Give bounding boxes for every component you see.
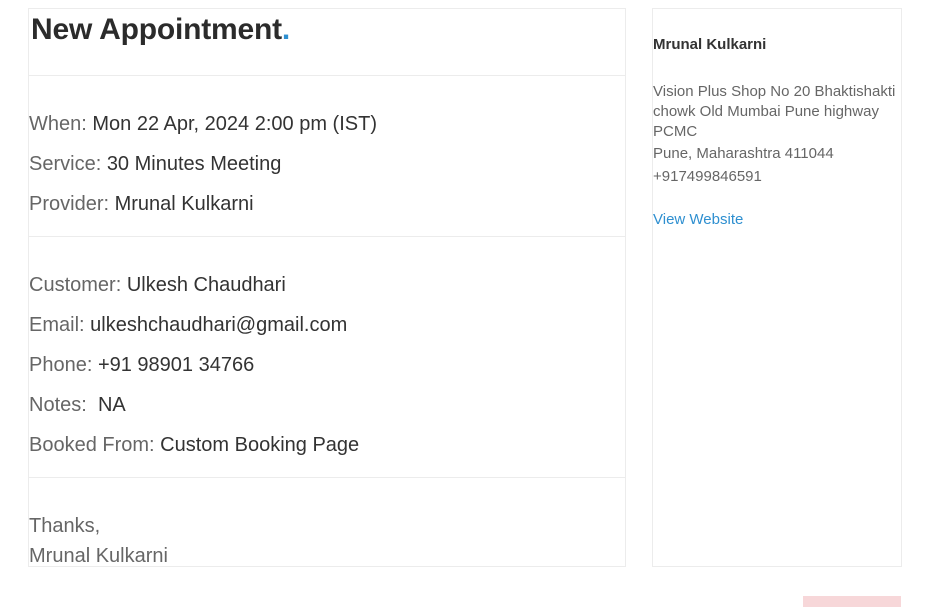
service-row: Service: 30 Minutes Meeting [29, 152, 281, 176]
phone-row: Phone: +91 98901 34766 [29, 353, 254, 377]
booked-from-label: Booked From: [29, 434, 155, 456]
notes-value: NA [97, 394, 126, 416]
sidebar-provider-name: Mrunal Kulkarni [653, 36, 767, 53]
address-line-3: PCMC [653, 123, 698, 140]
email-row: Email: ulkeshchaudhari@gmail.com [29, 313, 347, 337]
provider-value: Mrunal Kulkarni [114, 193, 254, 215]
customer-label: Customer: [29, 274, 122, 296]
when-row: When: Mon 22 Apr, 2024 2:00 pm (IST) [29, 112, 377, 136]
provider-row: Provider: Mrunal Kulkarni [29, 192, 254, 216]
phone-label: Phone: [29, 354, 93, 376]
service-value: 30 Minutes Meeting [106, 153, 282, 175]
email-label: Email: [29, 314, 85, 336]
service-label: Service: [29, 153, 102, 175]
booked-from-row: Booked From: Custom Booking Page [29, 433, 359, 457]
customer-value: Ulkesh Chaudhari [126, 274, 286, 296]
title-dot: . [281, 13, 291, 46]
address-line-2: chowk Old Mumbai Pune highway [653, 103, 879, 120]
appointment-card: New Appointment. When: Mon 22 Apr, 2024 … [28, 8, 626, 567]
phone-value: +91 98901 34766 [97, 354, 255, 376]
booked-from-value: Custom Booking Page [160, 434, 360, 456]
page-title: New Appointment. [31, 13, 290, 47]
when-value: Mon 22 Apr, 2024 2:00 pm (IST) [92, 113, 377, 135]
provider-label: Provider: [29, 193, 110, 215]
title-text: New Appointment [31, 13, 282, 46]
email-value: ulkeshchaudhari@gmail.com [90, 314, 348, 336]
thanks-text: Thanks, [29, 515, 101, 537]
provider-sidebar: Mrunal Kulkarni Vision Plus Shop No 20 B… [652, 8, 902, 567]
notes-row: Notes: NA [29, 393, 126, 417]
appointment-details: When: Mon 22 Apr, 2024 2:00 pm (IST) Ser… [29, 76, 625, 237]
when-label: When: [29, 113, 87, 135]
view-website-link[interactable]: View Website [653, 211, 743, 228]
notes-label: Notes: [29, 394, 87, 416]
partial-footer-button[interactable] [803, 596, 901, 607]
customer-row: Customer: Ulkesh Chaudhari [29, 273, 286, 297]
address-line-1: Vision Plus Shop No 20 Bhaktishakti [653, 83, 896, 100]
closing-section: Thanks, Mrunal Kulkarni [29, 478, 625, 567]
customer-details: Customer: Ulkesh Chaudhari Email: ulkesh… [29, 237, 625, 478]
signature-text: Mrunal Kulkarni [29, 545, 168, 567]
sidebar-phone: +917499846591 [653, 168, 762, 185]
address-line-4: Pune, Maharashtra 411044 [653, 145, 834, 162]
title-section: New Appointment. [29, 9, 625, 76]
